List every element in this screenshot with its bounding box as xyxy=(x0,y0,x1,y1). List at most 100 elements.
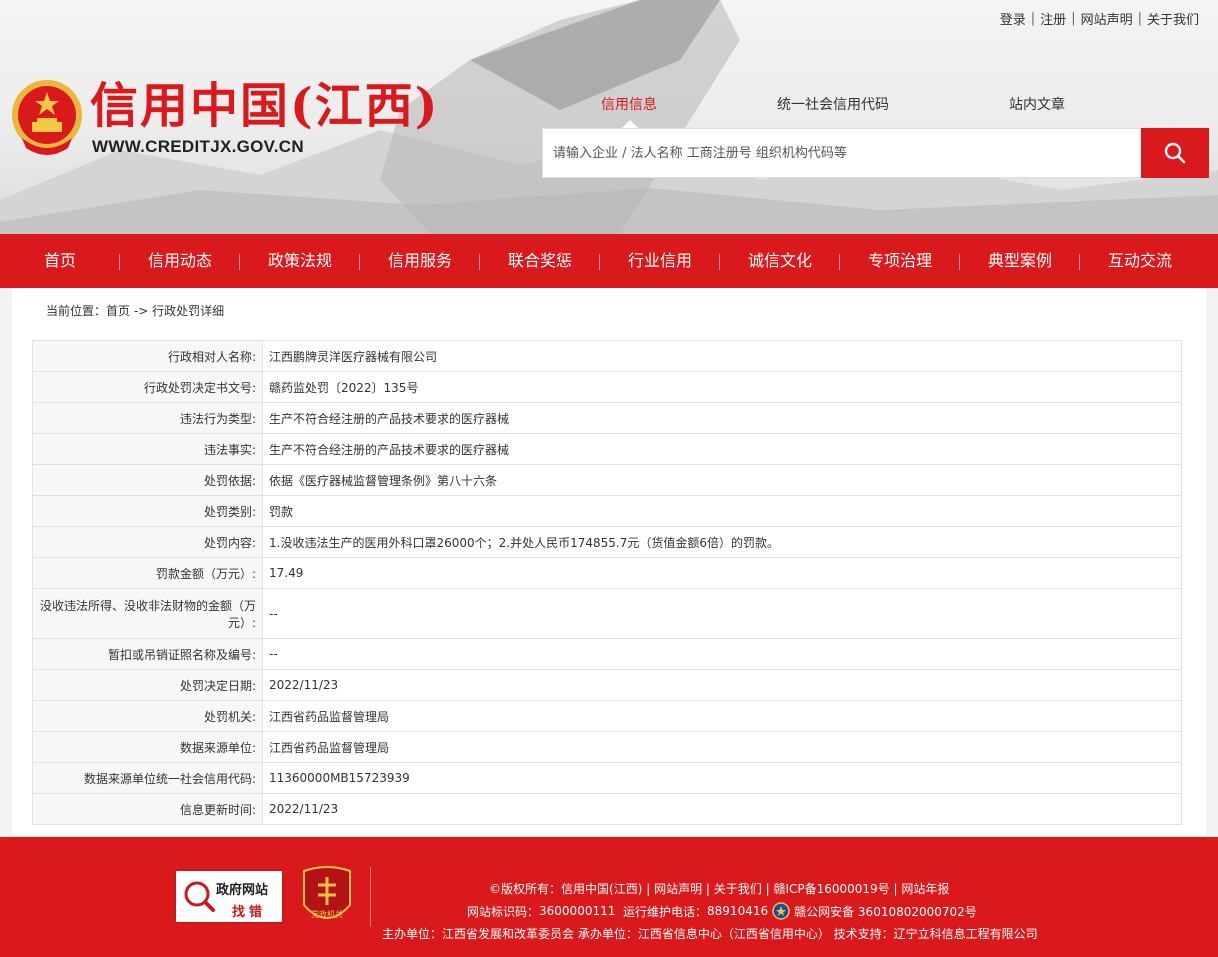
footer-line-ids: 网站标识码： 3600000111 运行维护电话： 88910416 赣公网安备 3… xyxy=(467,902,977,920)
footer-link-site[interactable]: 信用中国(江西) xyxy=(561,882,642,896)
table-row: 信息更新时间: 2022/11/23 xyxy=(32,793,1182,825)
site-footer: 政府网站 找错 党政机关 ©版权所有：信用中国(江西) | 网站声明 | 关于我… xyxy=(0,837,1218,957)
active-tab-caret xyxy=(622,120,638,128)
row-value: 生产不符合经注册的产品技术要求的医疗器械 xyxy=(262,433,1182,465)
footer-link-statement[interactable]: 网站声明 xyxy=(654,882,702,896)
row-label: 罚款金额（万元）: xyxy=(32,557,263,589)
party-gov-agency-badge[interactable]: 党政机关 xyxy=(300,865,354,927)
footer-line-copyright: ©版权所有：信用中国(江西) | 网站声明 | 关于我们 | 赣ICP备1600… xyxy=(489,882,950,896)
tab-credit-info[interactable]: 信用信息 xyxy=(601,94,657,114)
badge-title: 政府网站 xyxy=(216,883,269,898)
row-label: 违法事实: xyxy=(32,433,263,465)
register-link[interactable]: 注册 xyxy=(1035,9,1071,28)
table-row: 违法事实: 生产不符合经注册的产品技术要求的医疗器械 xyxy=(32,433,1182,465)
search-button[interactable] xyxy=(1141,128,1209,178)
magnifier-icon xyxy=(184,881,215,912)
nav-special-governance[interactable]: 专项治理 xyxy=(840,234,960,288)
table-row: 罚款金额（万元）: 17.49 xyxy=(32,557,1182,589)
footer-divider xyxy=(370,867,371,927)
login-link[interactable]: 登录 xyxy=(995,9,1031,28)
phone-label: 运行维护电话： xyxy=(623,904,708,919)
main-nav: 首页 信用动态 政策法规 信用服务 联合奖惩 行业信用 诚信文化 专项治理 典型… xyxy=(0,234,1218,288)
row-value: 江西鹏牌灵洋医疗器械有限公司 xyxy=(262,340,1182,372)
row-value: 依据《医疗器械监督管理条例》第八十六条 xyxy=(262,464,1182,496)
row-value: 江西省药品监督管理局 xyxy=(262,731,1182,763)
tab-unified-credit-code[interactable]: 统一社会信用代码 xyxy=(777,94,889,114)
nav-interaction[interactable]: 互动交流 xyxy=(1080,234,1200,288)
nav-home[interactable]: 首页 xyxy=(0,234,120,288)
footer-line-organizers: 主办单位：江西省发展和改革委员会 承办单位：江西省信息中心（江西省信用中心） 技… xyxy=(382,927,1038,941)
national-emblem-icon xyxy=(12,80,82,155)
nav-typical-cases[interactable]: 典型案例 xyxy=(960,234,1080,288)
nav-integrity-culture[interactable]: 诚信文化 xyxy=(720,234,840,288)
phone-value: 88910416 xyxy=(707,904,769,918)
breadcrumb-current: 行政处罚详细 xyxy=(152,304,225,318)
gov-site-error-report-badge[interactable]: 政府网站 找错 xyxy=(174,869,284,924)
footer-link-about[interactable]: 关于我们 xyxy=(714,882,762,896)
nav-policy[interactable]: 政策法规 xyxy=(240,234,360,288)
row-label: 行政处罚决定书文号: xyxy=(32,371,263,403)
about-us-link[interactable]: 关于我们 xyxy=(1142,9,1204,28)
row-value: 2022/11/23 xyxy=(262,669,1182,701)
site-header: 登录 | 注册 | 网站声明 | 关于我们 信用中国(江西) WWW.CREDI… xyxy=(0,0,1218,234)
row-value: 江西省药品监督管理局 xyxy=(262,700,1182,732)
nav-joint-rewards[interactable]: 联合奖惩 xyxy=(480,234,600,288)
row-label: 违法行为类型: xyxy=(32,402,263,434)
site-id-value: 3600000111 xyxy=(539,904,616,918)
police-badge-icon xyxy=(772,902,790,920)
badge2-label: 党政机关 xyxy=(311,909,343,919)
row-value: 生产不符合经注册的产品技术要求的医疗器械 xyxy=(262,402,1182,434)
site-title[interactable]: 信用中国(江西) xyxy=(90,76,439,136)
badge-subtitle: 找错 xyxy=(232,905,267,920)
top-links: 登录 | 注册 | 网站声明 | 关于我们 xyxy=(995,9,1204,28)
search-icon xyxy=(1164,142,1186,164)
table-row: 违法行为类型: 生产不符合经注册的产品技术要求的医疗器械 xyxy=(32,402,1182,434)
row-label: 处罚决定日期: xyxy=(32,669,263,701)
row-value: 11360000MB15723939 xyxy=(262,762,1182,794)
row-label: 处罚内容: xyxy=(32,526,263,558)
penalty-detail-table: 行政相对人名称: 江西鹏牌灵洋医疗器械有限公司 行政处罚决定书文号: 赣药监处罚… xyxy=(32,340,1182,825)
row-label: 处罚机关: xyxy=(32,700,263,732)
row-value: 1.没收违法生产的医用外科口罩26000个；2.并处人民币174855.7元（货… xyxy=(262,526,1182,558)
row-value: -- xyxy=(262,638,1182,670)
table-row: 处罚类别: 罚款 xyxy=(32,495,1182,527)
breadcrumb-home-link[interactable]: 首页 xyxy=(106,304,130,318)
nav-credit-news[interactable]: 信用动态 xyxy=(120,234,240,288)
police-record-link[interactable]: 赣公网安备 36010802000702号 xyxy=(794,903,977,920)
nav-industry-credit[interactable]: 行业信用 xyxy=(600,234,720,288)
row-label: 处罚类别: xyxy=(32,495,263,527)
row-value: -- xyxy=(262,588,1182,639)
site-statement-link[interactable]: 网站声明 xyxy=(1076,9,1138,28)
row-label: 数据来源单位: xyxy=(32,731,263,763)
table-row: 暂扣或吊销证照名称及编号: -- xyxy=(32,638,1182,670)
table-row: 行政处罚决定书文号: 赣药监处罚〔2022〕135号 xyxy=(32,371,1182,403)
table-row: 处罚决定日期: 2022/11/23 xyxy=(32,669,1182,701)
row-label: 数据来源单位统一社会信用代码: xyxy=(32,762,263,794)
copyright-prefix: ©版权所有： xyxy=(489,882,562,896)
row-label: 没收违法所得、没收非法财物的金额（万元）: xyxy=(32,588,263,639)
table-row: 处罚内容: 1.没收违法生产的医用外科口罩26000个；2.并处人民币17485… xyxy=(32,526,1182,558)
content-panel: 当前位置：首页 -> 行政处罚详细 行政相对人名称: 江西鹏牌灵洋医疗器械有限公… xyxy=(12,288,1206,837)
row-value: 罚款 xyxy=(262,495,1182,527)
site-id-label: 网站标识码： xyxy=(467,904,540,919)
row-label: 暂扣或吊销证照名称及编号: xyxy=(32,638,263,670)
row-label: 处罚依据: xyxy=(32,464,263,496)
breadcrumb-prefix: 当前位置： xyxy=(46,304,107,318)
table-row: 数据来源单位统一社会信用代码: 11360000MB15723939 xyxy=(32,762,1182,794)
breadcrumb: 当前位置：首页 -> 行政处罚详细 xyxy=(46,302,224,319)
row-value: 赣药监处罚〔2022〕135号 xyxy=(262,371,1182,403)
footer-link-icp[interactable]: 赣ICP备16000019号 xyxy=(773,882,889,896)
tab-site-articles[interactable]: 站内文章 xyxy=(1009,94,1065,114)
footer-link-annual-report[interactable]: 网站年报 xyxy=(901,882,949,896)
row-label: 信息更新时间: xyxy=(32,793,263,825)
breadcrumb-arrow: -> xyxy=(133,304,149,318)
search-input[interactable] xyxy=(542,128,1142,178)
search-tabs: 信用信息 统一社会信用代码 站内文章 xyxy=(542,94,1212,128)
table-row: 没收违法所得、没收非法财物的金额（万元）: -- xyxy=(32,588,1182,639)
site-url: WWW.CREDITJX.GOV.CN xyxy=(92,137,304,156)
table-row: 处罚机关: 江西省药品监督管理局 xyxy=(32,700,1182,732)
table-row: 行政相对人名称: 江西鹏牌灵洋医疗器械有限公司 xyxy=(32,340,1182,372)
row-value: 2022/11/23 xyxy=(262,793,1182,825)
row-label: 行政相对人名称: xyxy=(32,340,263,372)
nav-credit-service[interactable]: 信用服务 xyxy=(360,234,480,288)
